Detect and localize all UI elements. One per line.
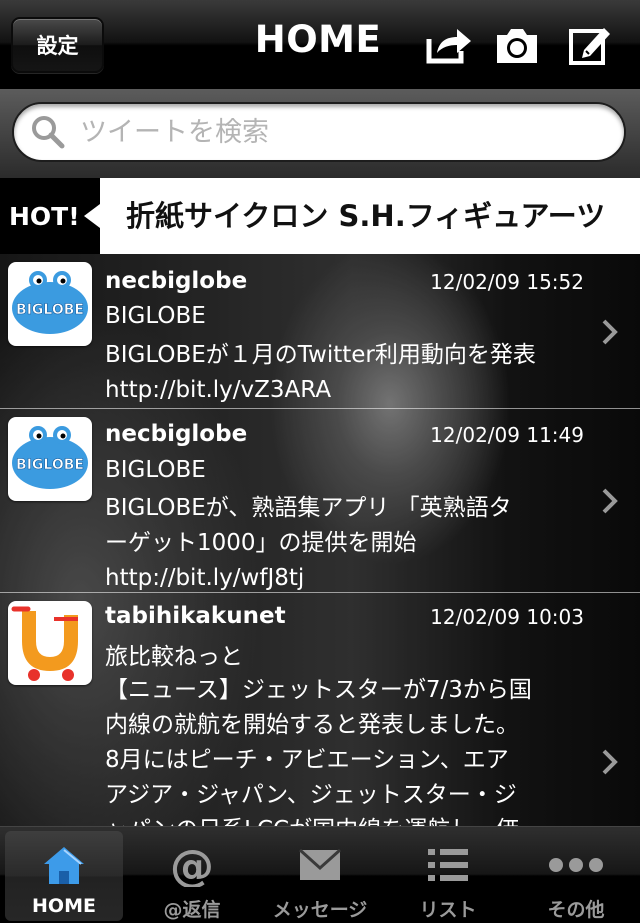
tweet-text-line: ャパンの日系LCCが国内線を運航し、価 <box>105 813 585 826</box>
tweet-row[interactable]: BIGLOBE necbiglobe 12/02/09 15:52 BIGLOB… <box>0 254 640 409</box>
tab-messages[interactable]: メッセージ <box>261 831 379 921</box>
search-bar <box>0 89 640 178</box>
biglobe-logo-text: BIGLOBE <box>16 457 84 473</box>
more-icon <box>517 841 635 889</box>
settings-button[interactable]: 設定 <box>11 17 104 73</box>
tab-label: メッセージ <box>272 899 368 921</box>
tab-more[interactable]: その他 <box>517 831 635 921</box>
envelope-icon <box>261 841 379 889</box>
biglobe-avatar[interactable]: BIGLOBE <box>8 417 92 501</box>
biglobe-avatar[interactable]: BIGLOBE <box>8 262 92 346</box>
tab-bar: HOME @ @返信 メッセージ リスト その他 <box>0 826 640 923</box>
tweet-timestamp: 12/02/09 11:49 <box>430 423 584 447</box>
tweet-timestamp: 12/02/09 15:52 <box>430 270 584 294</box>
tweet-text: BIGLOBEが、熟語集アプリ 「英熟語タ ーゲット1000」の提供を開始 ht… <box>105 491 585 596</box>
camera-icon[interactable] <box>492 22 542 68</box>
compose-icon[interactable] <box>565 22 615 68</box>
timeline[interactable]: BIGLOBE necbiglobe 12/02/09 15:52 BIGLOB… <box>0 254 640 826</box>
hot-arrow-icon <box>84 204 100 228</box>
tweet-text-line: 8月にはピーチ・アビエーション、エア <box>105 747 509 773</box>
share-icon[interactable] <box>424 22 474 68</box>
tweet-text-line: 内線の就航を開始すると発表しました。 <box>105 712 519 738</box>
chevron-right-icon[interactable] <box>600 318 620 346</box>
tweet-display-name: 旅比較ねっと <box>105 644 243 670</box>
tweet-username[interactable]: necbiglobe <box>105 421 247 447</box>
tweet-username[interactable]: tabihikakunet <box>105 603 286 629</box>
tabihikaku-avatar[interactable] <box>8 601 92 685</box>
home-icon <box>5 841 123 889</box>
tweet-text: BIGLOBEが１月のTwitter利用動向を発表 http://bit.ly/… <box>105 338 585 408</box>
chevron-right-icon[interactable] <box>600 487 620 515</box>
chevron-right-icon[interactable] <box>600 748 620 776</box>
tweet-text-line: ーゲット1000」の提供を開始 <box>105 530 417 556</box>
tab-lists[interactable]: リスト <box>389 831 507 921</box>
at-icon: @ <box>133 841 251 889</box>
tweet-display-name: BIGLOBE <box>105 303 206 329</box>
biglobe-logo-text: BIGLOBE <box>16 302 84 318</box>
list-icon <box>389 841 507 889</box>
tab-label: HOME <box>32 895 96 917</box>
tab-label: その他 <box>547 899 605 921</box>
search-input[interactable] <box>78 115 602 149</box>
tab-home[interactable]: HOME <box>5 831 123 921</box>
tweet-text-line: BIGLOBEが、熟語集アプリ 「英熟語タ <box>105 495 512 521</box>
tweet-text: 【ニュース】ジェットスターが7/3から国 内線の就航を開始すると発表しました。 … <box>105 673 585 826</box>
tweet-timestamp: 12/02/09 10:03 <box>430 605 584 629</box>
tweet-display-name: BIGLOBE <box>105 457 206 483</box>
hot-topic-bar[interactable]: HOT! 折紙サイクロン S.H.フィギュアーツ <box>0 178 640 254</box>
tab-label: @返信 <box>163 899 221 921</box>
tweet-text-line: アジア・ジャパン、ジェットスター・ジ <box>105 782 517 808</box>
tweet-text-line: BIGLOBEが１月のTwitter利用動向を発表 <box>105 342 536 368</box>
tweet-row[interactable]: tabihikakunet 12/02/09 10:03 旅比較ねっと 【ニュー… <box>0 593 640 826</box>
hot-topic-text[interactable]: 折紙サイクロン S.H.フィギュアーツ <box>126 178 605 254</box>
navigation-bar: 設定 HOME <box>0 0 640 89</box>
tab-replies[interactable]: @ @返信 <box>133 831 251 921</box>
tweet-link[interactable]: http://bit.ly/vZ3ARA <box>105 373 585 408</box>
tab-label: リスト <box>419 899 477 921</box>
tweet-text-line: 【ニュース】ジェットスターが7/3から国 <box>105 677 532 703</box>
tweet-row[interactable]: BIGLOBE necbiglobe 12/02/09 11:49 BIGLOB… <box>0 409 640 593</box>
search-icon <box>32 116 65 149</box>
svg-text:@: @ <box>170 843 214 887</box>
page-title: HOME <box>254 18 382 61</box>
search-field[interactable] <box>12 102 626 162</box>
tweet-link[interactable]: http://bit.ly/wfJ8tj <box>105 561 585 596</box>
tweet-username[interactable]: necbiglobe <box>105 268 247 294</box>
